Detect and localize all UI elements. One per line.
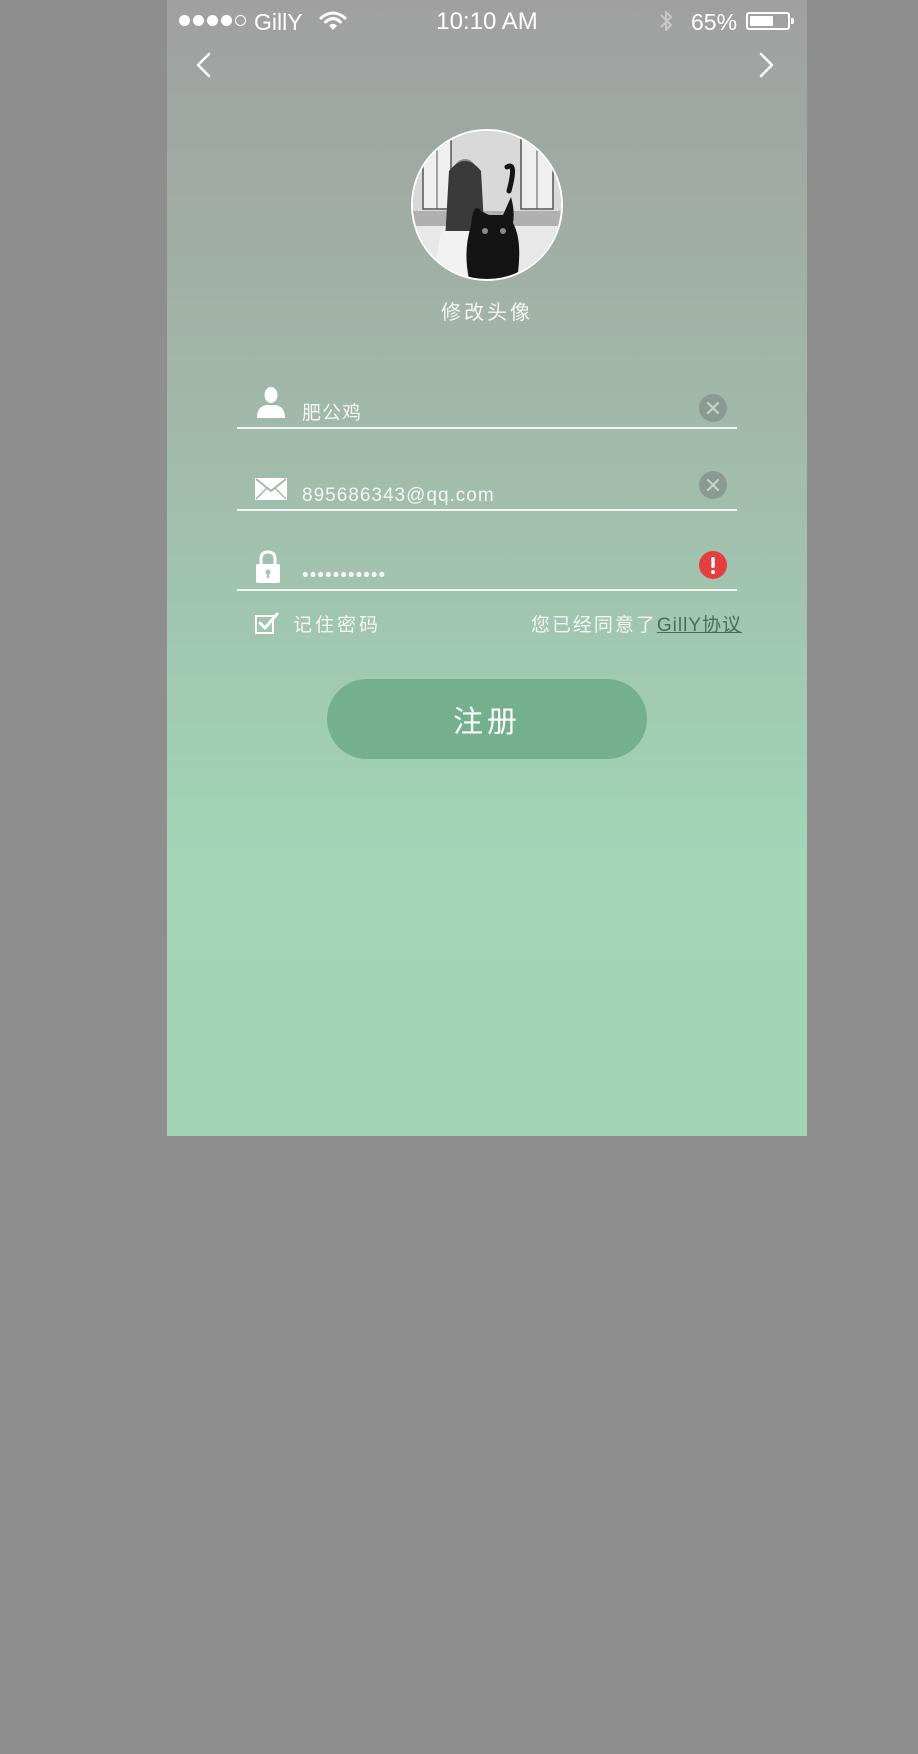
phone-screen: GillY 10:10 AM 65% 修改头像 肥公鸡 895686343@qq… <box>167 0 807 1136</box>
register-button[interactable]: 注册 <box>327 679 647 759</box>
clear-icon[interactable] <box>699 394 727 422</box>
email-value: 895686343@qq.com <box>302 485 495 506</box>
agreement-link[interactable]: GillY协议 <box>657 615 742 636</box>
username-value: 肥公鸡 <box>302 403 363 424</box>
email-underline <box>237 509 737 511</box>
chevron-right-icon[interactable] <box>749 48 783 82</box>
battery-level <box>750 16 773 26</box>
agreement-text: 您已经同意了 <box>530 615 657 636</box>
error-icon <box>699 551 727 579</box>
agreement-notice: 您已经同意了GillY协议 <box>531 610 742 637</box>
password-field[interactable]: ••••••••••• <box>237 547 737 591</box>
avatar-photo <box>413 131 561 279</box>
battery-percentage: 65% <box>691 9 738 35</box>
checkbox-checked-icon <box>255 612 279 634</box>
status-bar: GillY 10:10 AM 65% <box>167 0 807 42</box>
bluetooth-icon <box>660 11 672 31</box>
clear-icon[interactable] <box>699 471 727 499</box>
avatar[interactable] <box>411 129 563 281</box>
email-field[interactable]: 895686343@qq.com <box>237 467 737 511</box>
password-underline <box>237 589 737 591</box>
mail-icon <box>255 478 287 500</box>
user-icon <box>257 387 285 418</box>
battery-icon <box>746 12 794 30</box>
username-field[interactable]: 肥公鸡 <box>237 385 737 429</box>
remember-password-label: 记住密码 <box>293 614 382 636</box>
remember-password-checkbox[interactable]: 记住密码 <box>255 608 381 638</box>
password-value: ••••••••••• <box>302 565 387 586</box>
chevron-left-icon[interactable] <box>187 48 221 82</box>
username-underline <box>237 427 737 429</box>
lock-icon <box>256 550 280 583</box>
change-avatar-link[interactable]: 修改头像 <box>167 296 807 325</box>
